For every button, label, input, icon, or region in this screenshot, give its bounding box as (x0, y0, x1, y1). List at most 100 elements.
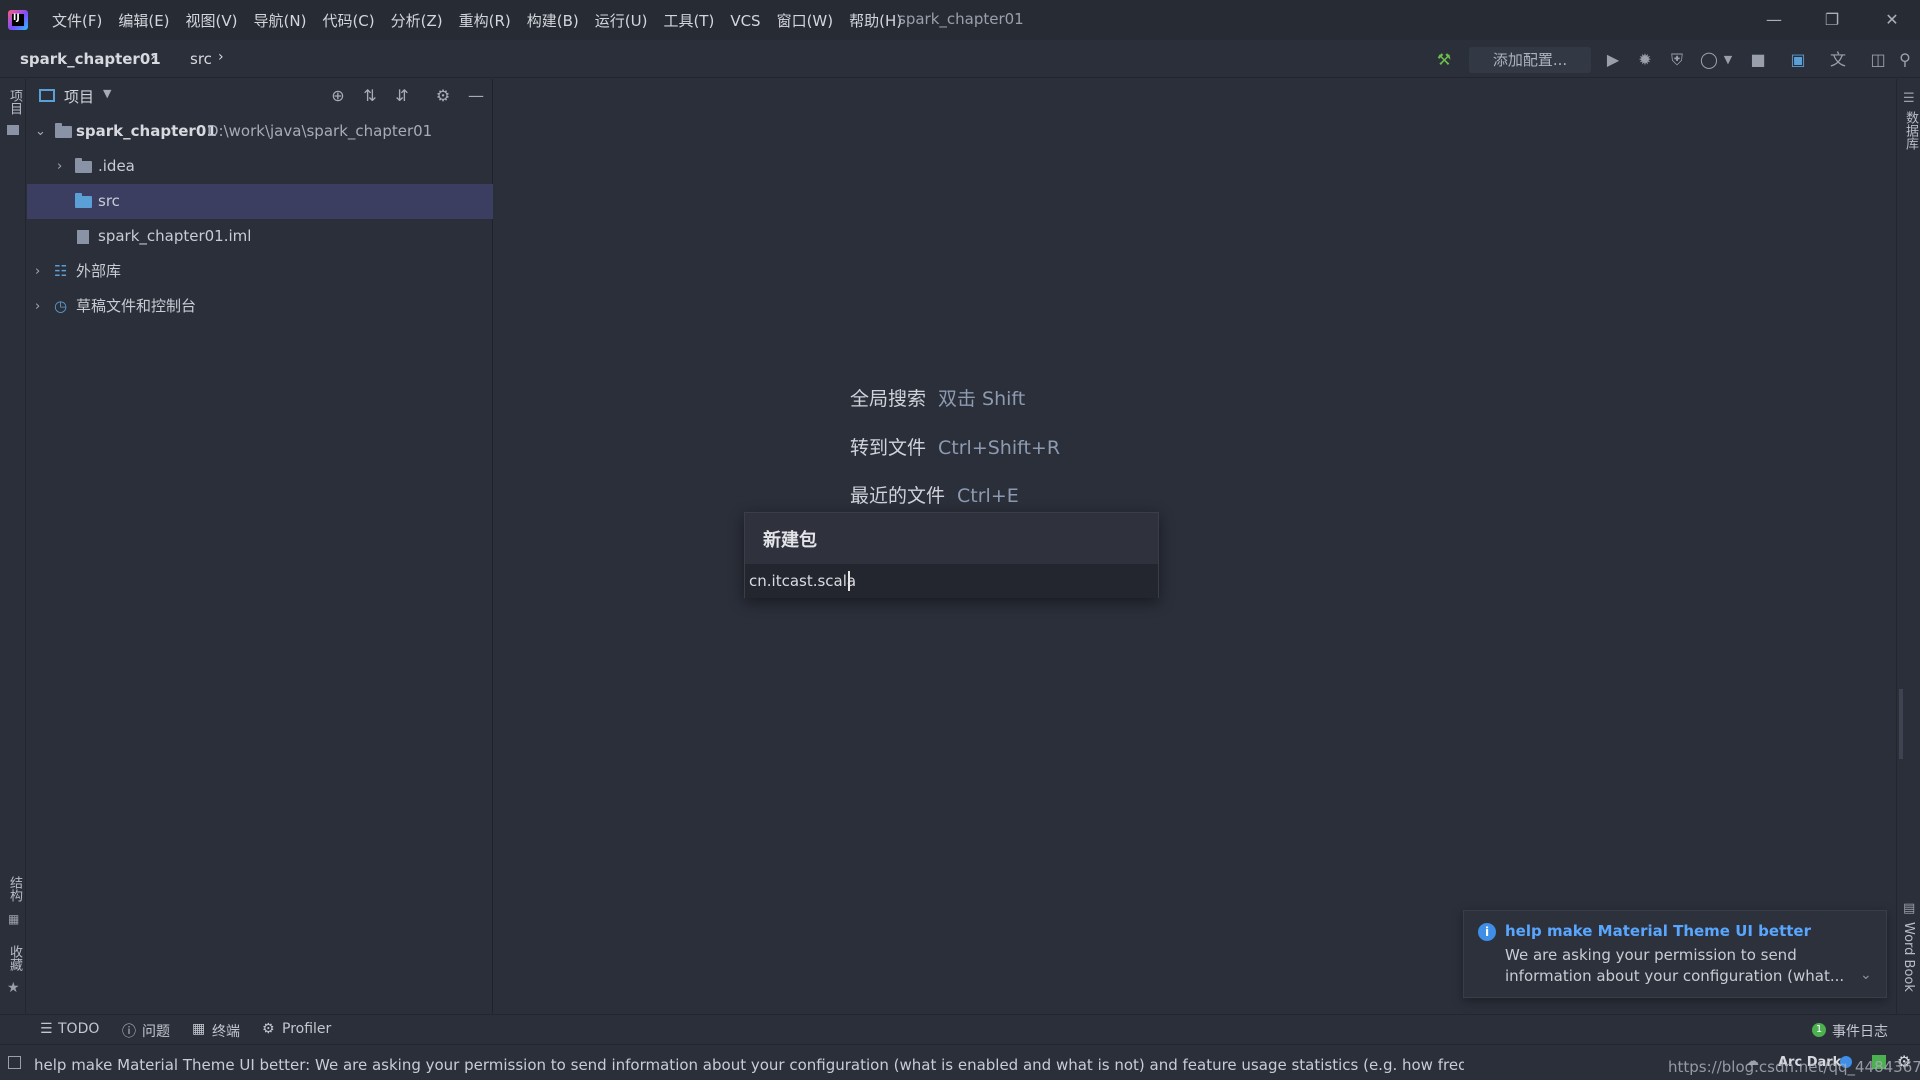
event-log-count-badge: 1 (1812, 1023, 1826, 1037)
tree-row-iml[interactable]: spark_chapter01.iml (27, 219, 493, 254)
tree-row-scratches[interactable]: › ◷ 草稿文件和控制台 (27, 289, 493, 324)
book-icon: ▤ (1903, 901, 1916, 916)
tree-root-name: spark_chapter01 (76, 122, 217, 140)
tree-item-label: 外部库 (76, 262, 122, 280)
restore-icon[interactable]: ❐ (1818, 6, 1846, 34)
chevron-right-icon: › (150, 49, 156, 65)
tree-row-root[interactable]: ⌄ spark_chapter01 D:\work\java\spark_cha… (27, 114, 493, 149)
menu-vcs[interactable]: VCS (722, 10, 768, 32)
locate-icon[interactable]: ⊕ (327, 85, 349, 107)
status-message[interactable]: help make Material Theme UI better: We a… (34, 1054, 1464, 1075)
tree-row-idea[interactable]: › .idea (27, 149, 493, 184)
notification-title[interactable]: help make Material Theme UI better (1505, 922, 1811, 940)
window-title: spark_chapter01 (898, 10, 1024, 28)
chevron-right-icon[interactable]: › (35, 254, 40, 289)
hint-label: 最近的文件 (850, 485, 946, 507)
main-menu: 文件(F) 编辑(E) 视图(V) 导航(N) 代码(C) 分析(Z) 重构(R… (44, 10, 910, 32)
chevron-right-icon: › (218, 49, 224, 65)
breadcrumb-folder[interactable]: src (190, 50, 212, 68)
tree-item-label: 草稿文件和控制台 (76, 297, 197, 315)
menu-file[interactable]: 文件(F) (44, 10, 110, 32)
hint-label: 全局搜索 (850, 388, 927, 410)
chevron-right-icon[interactable]: › (57, 149, 62, 184)
wordbook-tool-tab[interactable]: Word Book (1901, 922, 1916, 992)
layout-icon[interactable]: ◫ (1866, 48, 1890, 72)
tree-row-src[interactable]: src (27, 184, 493, 219)
hide-panel-icon[interactable]: — (465, 85, 487, 107)
tree-row-external-libraries[interactable]: › ☷ 外部库 (27, 254, 493, 289)
toggle-tool-windows-icon[interactable] (8, 1056, 21, 1069)
coverage-icon[interactable]: ⛨ (1665, 48, 1689, 72)
menu-edit[interactable]: 编辑(E) (110, 10, 177, 32)
tab-profiler[interactable]: Profiler (282, 1021, 331, 1037)
project-tool-tab[interactable]: 项目 (5, 89, 24, 115)
menu-refactor[interactable]: 重构(R) (451, 10, 519, 32)
watermark: https://blog.csdn.net/qq_44843670 (1668, 1058, 1920, 1076)
left-tool-strip: 项目 结构 ▦ 收藏 ★ (0, 79, 26, 1014)
navigation-bar: spark_chapter01 › src › (0, 40, 1920, 103)
tree-item-label: spark_chapter01.iml (98, 227, 252, 245)
notification-body: We are asking your permission to send in… (1505, 946, 1845, 985)
hint-recent-files: 最近的文件 Ctrl+E (850, 481, 1019, 508)
profiler-icon: ⚙ (262, 1021, 275, 1037)
breadcrumb-project[interactable]: spark_chapter01 (20, 50, 161, 68)
structure-tool-tab[interactable]: 结构 (5, 876, 24, 902)
menu-view[interactable]: 视图(V) (178, 10, 246, 32)
folder-icon (75, 158, 92, 173)
database-icon: ☰ (1903, 91, 1915, 106)
project-structure-icon[interactable]: ▣ (1786, 48, 1810, 72)
hint-label: 转到文件 (850, 437, 927, 459)
collapse-all-icon[interactable]: ⇵ (391, 85, 413, 107)
menu-analyze[interactable]: 分析(Z) (383, 10, 451, 32)
chevron-down-icon[interactable]: ⌄ (35, 114, 46, 149)
project-view-selector[interactable]: 项目 (64, 86, 94, 107)
menu-window[interactable]: 窗口(W) (769, 10, 842, 32)
library-icon: ☷ (54, 262, 68, 280)
run-icon[interactable]: ▶ (1601, 48, 1625, 72)
package-name-input[interactable] (745, 564, 1158, 598)
minimize-icon[interactable]: — (1760, 6, 1788, 34)
terminal-icon: ▦ (192, 1021, 206, 1037)
module-folder-icon (55, 123, 72, 138)
expand-all-icon[interactable]: ⇅ (359, 85, 381, 107)
status-bar: help make Material Theme UI better: We a… (0, 1044, 1920, 1080)
menu-navigate[interactable]: 导航(N) (246, 10, 315, 32)
chevron-right-icon[interactable]: › (35, 289, 40, 324)
menu-code[interactable]: 代码(C) (314, 10, 382, 32)
bottom-tool-bar: ☰ TODO ⓘ 问题 ▦ 终端 ⚙ Profiler 1 事件日志 (0, 1014, 1920, 1044)
tab-event-log[interactable]: 事件日志 (1832, 1021, 1888, 1041)
notification-balloon[interactable]: i help make Material Theme UI better We … (1463, 910, 1887, 998)
debug-icon[interactable]: ✹ (1633, 48, 1657, 72)
title-bar: IJ 文件(F) 编辑(E) 视图(V) 导航(N) 代码(C) 分析(Z) 重… (0, 0, 1920, 40)
translate-icon[interactable]: 文 (1826, 48, 1850, 72)
stop-icon[interactable]: ■ (1746, 48, 1770, 72)
favorites-tool-tab[interactable]: 收藏 (5, 945, 24, 971)
add-configuration-button[interactable]: 添加配置... (1469, 47, 1591, 73)
close-icon[interactable]: ✕ (1878, 6, 1906, 34)
hint-shortcut: 双击 Shift (938, 388, 1026, 410)
folder-icon (7, 125, 19, 135)
build-hammer-icon[interactable]: ⚒ (1432, 48, 1456, 72)
chevron-down-icon[interactable]: ▼ (103, 87, 111, 100)
database-tool-tab[interactable]: 数据库 (1901, 111, 1920, 150)
menu-run[interactable]: 运行(U) (587, 10, 656, 32)
tab-problems[interactable]: 问题 (142, 1021, 170, 1041)
tree-item-label: src (98, 192, 120, 210)
hint-shortcut: Ctrl+E (957, 485, 1019, 507)
search-icon[interactable]: ⚲ (1893, 48, 1917, 72)
hint-search-everywhere: 全局搜索 双击 Shift (850, 384, 1025, 411)
app-logo-icon: IJ (8, 10, 28, 30)
right-tool-strip: ☰ 数据库 ▤ Word Book (1896, 79, 1920, 1014)
tree-item-label: .idea (98, 157, 135, 175)
tab-terminal[interactable]: 终端 (212, 1021, 240, 1041)
project-panel: 项目 ▼ ⊕ ⇅ ⇵ ⚙ — ⌄ spark_chapter01 D:\work… (27, 79, 493, 1014)
chevron-down-icon[interactable]: ⌄ (1860, 967, 1872, 983)
chevron-down-icon[interactable]: ▼ (1716, 48, 1740, 72)
gear-icon[interactable]: ⚙ (432, 85, 454, 107)
dialog-title: 新建包 (763, 530, 817, 551)
text-caret (848, 571, 850, 591)
tab-todo[interactable]: TODO (58, 1021, 99, 1037)
hint-goto-file: 转到文件 Ctrl+Shift+R (850, 433, 1060, 460)
menu-tools[interactable]: 工具(T) (655, 10, 722, 32)
menu-build[interactable]: 构建(B) (519, 10, 587, 32)
